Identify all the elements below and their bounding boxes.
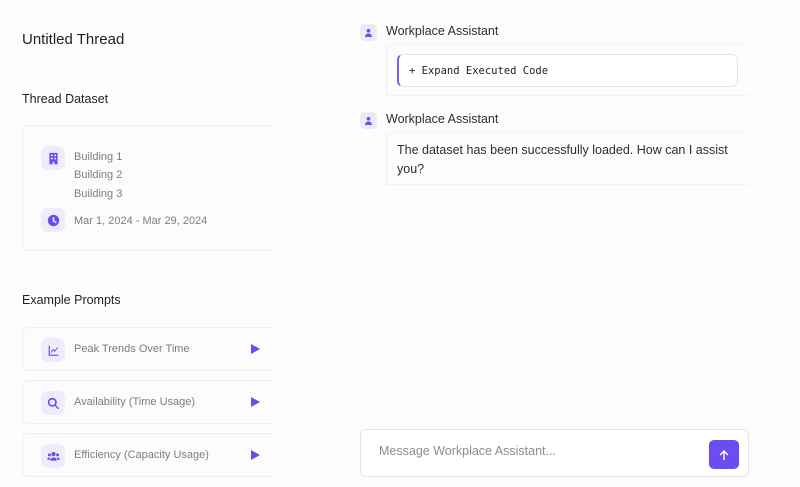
message-input[interactable]	[379, 444, 699, 458]
prompts-heading: Example Prompts	[22, 293, 121, 307]
clock-icon	[41, 208, 65, 232]
prompt-availability[interactable]: Availability (Time Usage)	[22, 380, 274, 424]
play-icon[interactable]	[251, 397, 260, 407]
users-icon	[41, 444, 65, 468]
assistant-avatar-icon	[360, 24, 377, 41]
sender-name: Workplace Assistant	[386, 112, 499, 126]
date-range: Mar 1, 2024 - Mar 29, 2024	[74, 215, 208, 227]
building-item: Building 1	[74, 151, 123, 163]
chart-line-icon	[41, 338, 65, 362]
building-icon	[41, 146, 65, 170]
expand-code-button[interactable]: + Expand Executed Code	[397, 54, 738, 87]
sender-name: Workplace Assistant	[386, 24, 499, 38]
thread-title: Untitled Thread	[22, 31, 125, 48]
message-text: The dataset has been successfully loaded…	[397, 143, 728, 176]
prompt-label: Peak Trends Over Time	[74, 343, 190, 355]
send-button[interactable]	[709, 440, 739, 469]
play-icon[interactable]	[251, 450, 260, 460]
dataset-card: Building 1 Building 2 Building 3 Mar 1, …	[22, 125, 274, 251]
building-item: Building 3	[74, 188, 123, 200]
play-icon[interactable]	[251, 344, 260, 354]
sidebar: Untitled Thread Thread Dataset Building …	[0, 0, 300, 487]
prompt-label: Availability (Time Usage)	[74, 396, 196, 408]
prompt-peak-trends[interactable]: Peak Trends Over Time	[22, 327, 274, 371]
assistant-avatar-icon	[360, 112, 377, 129]
prompt-label: Efficiency (Capacity Usage)	[74, 449, 209, 461]
arrow-up-icon	[719, 449, 729, 460]
prompt-efficiency[interactable]: Efficiency (Capacity Usage)	[22, 433, 274, 477]
search-icon	[41, 391, 65, 415]
dataset-heading: Thread Dataset	[22, 92, 109, 106]
building-item: Building 2	[74, 169, 123, 181]
message-composer	[360, 429, 749, 477]
